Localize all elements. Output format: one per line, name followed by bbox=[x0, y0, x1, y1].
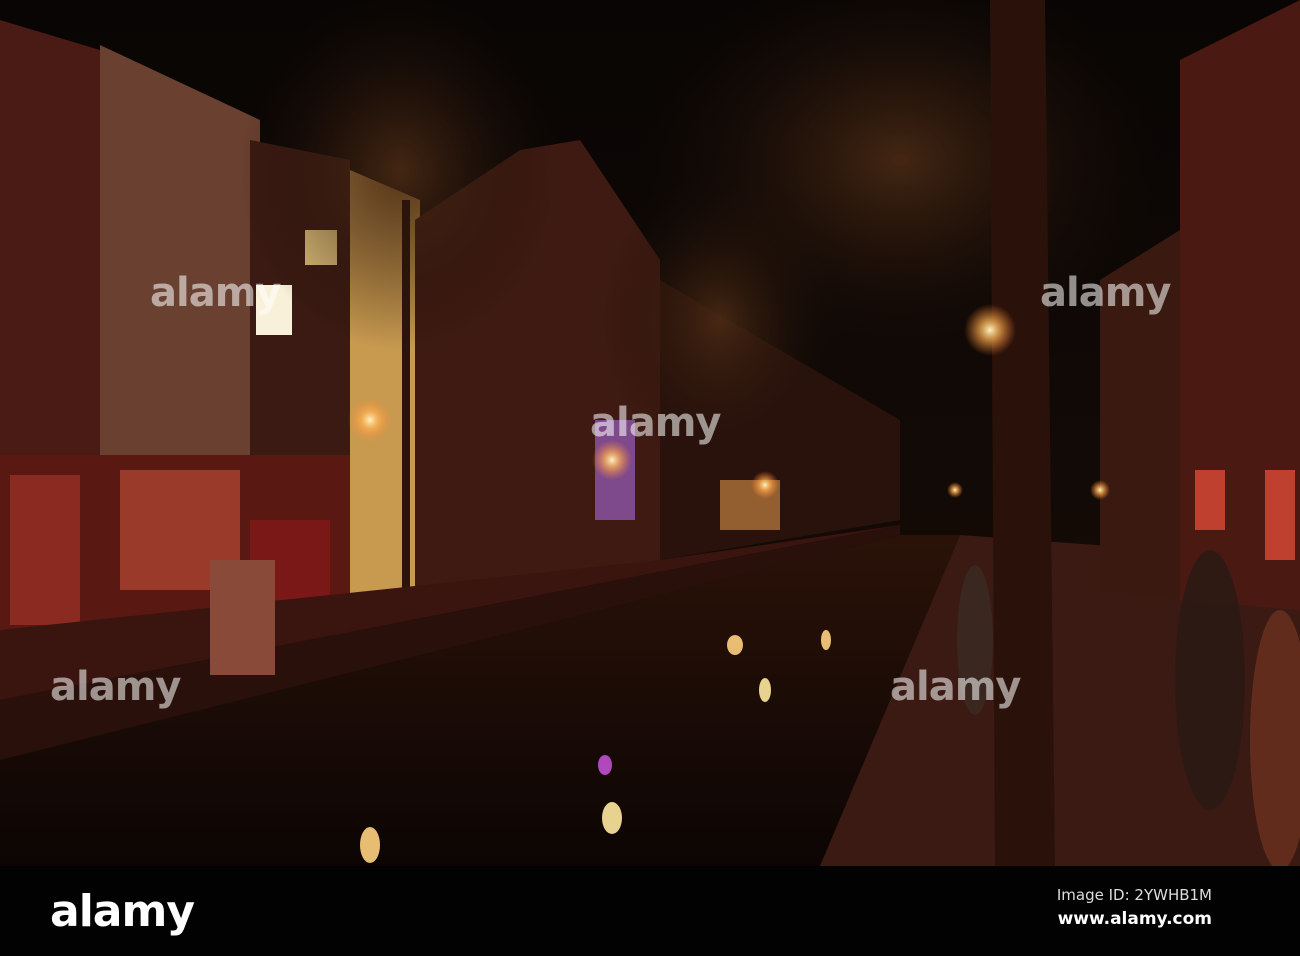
watermark: alamy bbox=[1040, 270, 1171, 316]
trash-bin bbox=[210, 560, 275, 675]
watermark: alamy bbox=[590, 400, 721, 446]
alamy-logo: alamy bbox=[50, 886, 195, 937]
image-id: Image ID: 2YWHB1M bbox=[1056, 886, 1212, 904]
watermark: alamy bbox=[50, 664, 181, 710]
tree-trunk bbox=[990, 0, 1055, 866]
footer-bar: alamy Image ID: 2YWHB1M www.alamy.com bbox=[0, 866, 1300, 956]
watermark: alamy bbox=[890, 664, 1021, 710]
watermark: alamy bbox=[150, 270, 281, 316]
website-link: www.alamy.com bbox=[1057, 909, 1212, 929]
